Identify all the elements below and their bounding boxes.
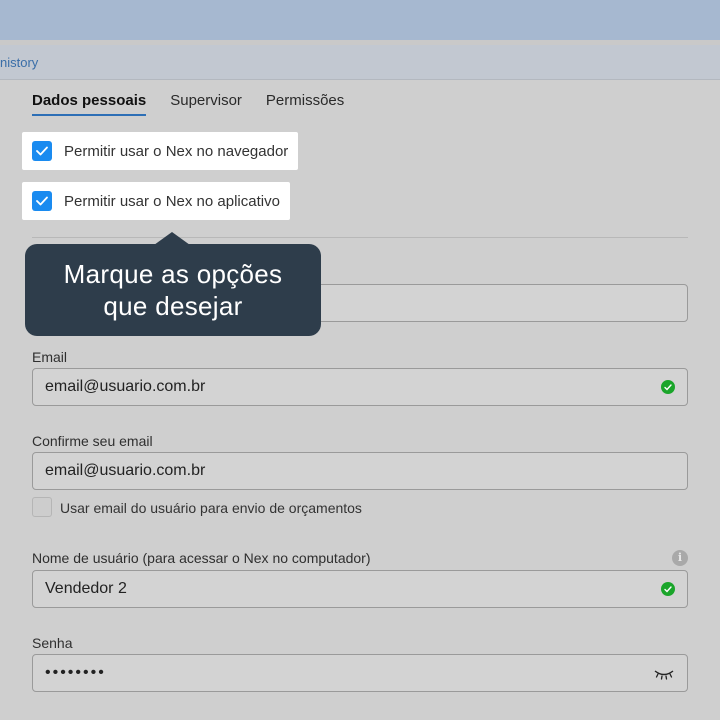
info-icon[interactable]: i [672,550,688,566]
email-value: email@usuario.com.br [45,378,206,395]
tooltip-line-2: que desejar [103,291,243,321]
use-email-checkbox[interactable] [32,497,52,517]
top-band [0,0,720,40]
history-bar: nistory [0,45,720,80]
password-value: •••••••• [45,664,106,681]
tooltip: Marque as opções que desejar [25,244,321,336]
eye-closed-icon[interactable] [653,667,675,685]
check-icon[interactable] [32,141,52,161]
history-link[interactable]: nistory [0,55,38,70]
email-field[interactable]: email@usuario.com.br [32,368,688,406]
permission-app[interactable]: Permitir usar o Nex no aplicativo [22,182,290,220]
confirm-email-value: email@usuario.com.br [45,462,206,479]
password-field[interactable]: •••••••• [32,654,688,692]
use-email-checkbox-label: Usar email do usuário para envio de orça… [60,500,362,516]
email-label: Email [32,349,68,365]
check-icon[interactable] [32,191,52,211]
check-circle-icon [661,582,675,596]
permission-app-label: Permitir usar o Nex no aplicativo [64,192,280,210]
tooltip-line-1: Marque as opções [63,259,283,289]
tab-dados-pessoais[interactable]: Dados pessoais [32,92,147,116]
password-label: Senha [32,635,73,651]
username-label: Nome de usuário (para acessar o Nex no c… [32,550,371,566]
confirm-email-label: Confirme seu email [32,433,153,449]
divider [32,237,688,238]
username-field[interactable]: Vendedor 2 [32,570,688,608]
username-value: Vendedor 2 [45,580,127,597]
confirm-email-field[interactable]: email@usuario.com.br [32,452,688,490]
tab-supervisor[interactable]: Supervisor [170,92,242,116]
tab-permissoes[interactable]: Permissões [266,92,344,116]
permission-browser-label: Permitir usar o Nex no navegador [64,142,289,160]
permission-browser[interactable]: Permitir usar o Nex no navegador [22,132,299,170]
tab-bar: Dados pessoais Supervisor Permissões [32,92,344,116]
check-circle-icon [661,380,675,394]
